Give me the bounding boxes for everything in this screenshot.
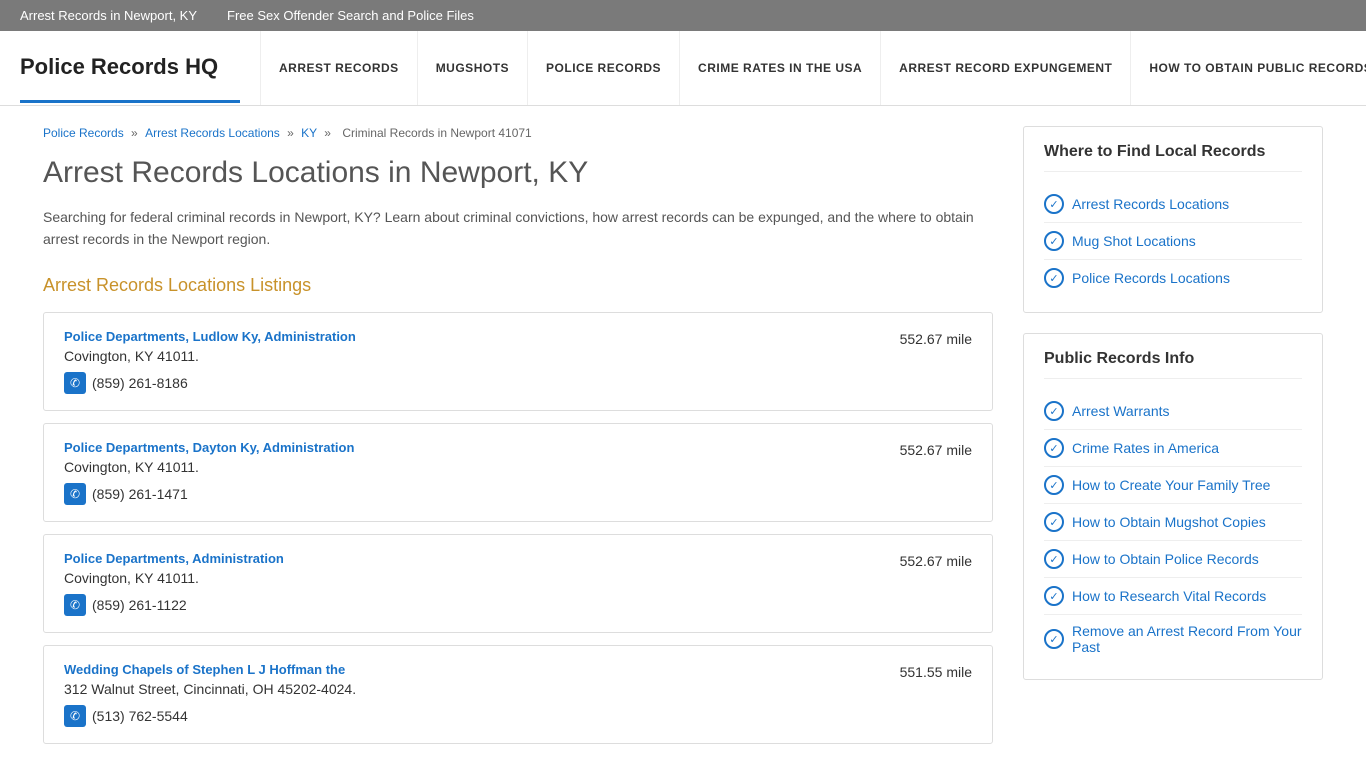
listing-distance-3: 552.67 mile [880,551,972,569]
listing-distance-1: 552.67 mile [880,329,972,347]
section-heading: Arrest Records Locations Listings [43,275,993,296]
listing-name-1: Police Departments, Ludlow Ky, Administr… [64,329,880,344]
topbar-link-2[interactable]: Free Sex Offender Search and Police File… [227,8,474,23]
listing-address-4: 312 Walnut Street, Cincinnati, OH 45202-… [64,681,880,697]
phone-icon-4: ✆ [64,705,86,727]
check-icon-2: ✓ [1044,231,1064,251]
listing-card-2: Police Departments, Dayton Ky, Administr… [43,423,993,522]
phone-icon-2: ✆ [64,483,86,505]
listing-info-1: Police Departments, Ludlow Ky, Administr… [64,329,880,394]
breadcrumb-arrest-locations[interactable]: Arrest Records Locations [145,126,280,140]
check-icon-4: ✓ [1044,401,1064,421]
sidebar-link-label-4: Arrest Warrants [1072,403,1170,419]
breadcrumb-sep-1: » [131,126,141,140]
check-icon-1: ✓ [1044,194,1064,214]
phone-number-2: (859) 261-1471 [92,486,188,502]
main-nav: ARREST RECORDS MUGSHOTS POLICE RECORDS C… [260,31,1366,105]
sidebar-link-arrest-locations[interactable]: ✓ Arrest Records Locations [1044,186,1302,223]
sidebar-public-title: Public Records Info [1044,350,1302,379]
sidebar-link-label-9: How to Research Vital Records [1072,588,1266,604]
check-icon-9: ✓ [1044,586,1064,606]
check-icon-5: ✓ [1044,438,1064,458]
main-content: Police Records » Arrest Records Location… [43,126,1023,756]
sidebar: Where to Find Local Records ✓ Arrest Rec… [1023,126,1323,756]
sidebar-link-vital-records[interactable]: ✓ How to Research Vital Records [1044,578,1302,615]
sidebar-link-family-tree[interactable]: ✓ How to Create Your Family Tree [1044,467,1302,504]
listing-address-1: Covington, KY 41011. [64,348,880,364]
breadcrumb: Police Records » Arrest Records Location… [43,126,993,140]
phone-number-1: (859) 261-8186 [92,375,188,391]
breadcrumb-police-records[interactable]: Police Records [43,126,124,140]
sidebar-link-label-8: How to Obtain Police Records [1072,551,1259,567]
sidebar-link-remove-record[interactable]: ✓ Remove an Arrest Record From Your Past [1044,615,1302,663]
listing-name-3: Police Departments, Administration [64,551,880,566]
phone-number-4: (513) 762-5544 [92,708,188,724]
listing-card-4: Wedding Chapels of Stephen L J Hoffman t… [43,645,993,744]
check-icon-6: ✓ [1044,475,1064,495]
nav-expungement[interactable]: ARREST RECORD EXPUNGEMENT [881,31,1131,105]
nav-public-records[interactable]: HOW TO OBTAIN PUBLIC RECORDS [1131,31,1366,105]
phone-icon-1: ✆ [64,372,86,394]
check-icon-8: ✓ [1044,549,1064,569]
listing-phone-4: ✆ (513) 762-5544 [64,705,880,727]
breadcrumb-current: Criminal Records in Newport 41071 [342,126,531,140]
listing-phone-2: ✆ (859) 261-1471 [64,483,880,505]
page-wrapper: Police Records » Arrest Records Location… [23,106,1343,776]
listing-name-2: Police Departments, Dayton Ky, Administr… [64,440,880,455]
listing-info-2: Police Departments, Dayton Ky, Administr… [64,440,880,505]
sidebar-link-label-10: Remove an Arrest Record From Your Past [1072,623,1302,655]
nav-arrest-records[interactable]: ARREST RECORDS [260,31,418,105]
sidebar-link-mugshot-copies[interactable]: ✓ How to Obtain Mugshot Copies [1044,504,1302,541]
sidebar-link-police-locations[interactable]: ✓ Police Records Locations [1044,260,1302,296]
check-icon-3: ✓ [1044,268,1064,288]
listing-card-1: Police Departments, Ludlow Ky, Administr… [43,312,993,411]
page-description: Searching for federal criminal records i… [43,206,993,251]
breadcrumb-sep-2: » [287,126,297,140]
sidebar-link-label-1: Arrest Records Locations [1072,196,1229,212]
listing-name-4: Wedding Chapels of Stephen L J Hoffman t… [64,662,880,677]
sidebar-section-public: Public Records Info ✓ Arrest Warrants ✓ … [1023,333,1323,680]
top-bar: Arrest Records in Newport, KY Free Sex O… [0,0,1366,31]
listing-info-4: Wedding Chapels of Stephen L J Hoffman t… [64,662,880,727]
sidebar-link-label-3: Police Records Locations [1072,270,1230,286]
sidebar-link-label-6: How to Create Your Family Tree [1072,477,1270,493]
listings-container: Police Departments, Ludlow Ky, Administr… [43,312,993,744]
sidebar-link-label-7: How to Obtain Mugshot Copies [1072,514,1266,530]
topbar-link-1[interactable]: Arrest Records in Newport, KY [20,8,197,23]
sidebar-link-label-2: Mug Shot Locations [1072,233,1196,249]
listing-distance-4: 551.55 mile [880,662,972,680]
listing-info-3: Police Departments, Administration Covin… [64,551,880,616]
nav-crime-rates[interactable]: CRIME RATES IN THE USA [680,31,881,105]
sidebar-local-title: Where to Find Local Records [1044,143,1302,172]
phone-icon-3: ✆ [64,594,86,616]
phone-number-3: (859) 261-1122 [92,597,187,613]
check-icon-7: ✓ [1044,512,1064,532]
nav-police-records[interactable]: POLICE RECORDS [528,31,680,105]
logo[interactable]: Police Records HQ [20,34,240,103]
sidebar-link-crime-rates[interactable]: ✓ Crime Rates in America [1044,430,1302,467]
listing-phone-3: ✆ (859) 261-1122 [64,594,880,616]
page-title: Arrest Records Locations in Newport, KY [43,156,993,190]
sidebar-link-police-records[interactable]: ✓ How to Obtain Police Records [1044,541,1302,578]
sidebar-link-mug-shots[interactable]: ✓ Mug Shot Locations [1044,223,1302,260]
listing-address-3: Covington, KY 41011. [64,570,880,586]
breadcrumb-sep-3: » [324,126,334,140]
header: Police Records HQ ARREST RECORDS MUGSHOT… [0,31,1366,106]
sidebar-link-label-5: Crime Rates in America [1072,440,1219,456]
listing-address-2: Covington, KY 41011. [64,459,880,475]
check-icon-10: ✓ [1044,629,1064,649]
nav-mugshots[interactable]: MUGSHOTS [418,31,528,105]
listing-distance-2: 552.67 mile [880,440,972,458]
breadcrumb-ky[interactable]: KY [301,126,317,140]
sidebar-section-local: Where to Find Local Records ✓ Arrest Rec… [1023,126,1323,313]
sidebar-link-warrants[interactable]: ✓ Arrest Warrants [1044,393,1302,430]
listing-card-3: Police Departments, Administration Covin… [43,534,993,633]
listing-phone-1: ✆ (859) 261-8186 [64,372,880,394]
